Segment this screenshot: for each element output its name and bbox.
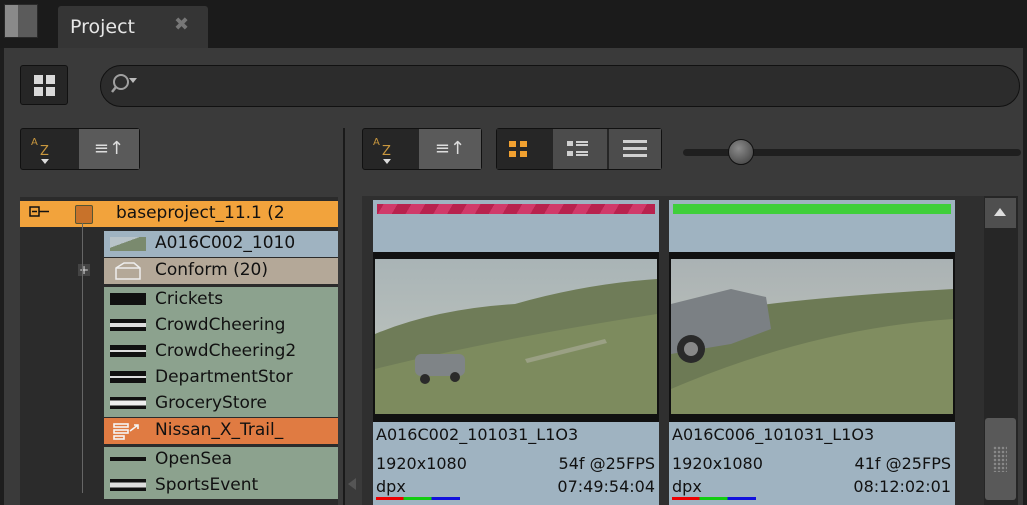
- tree-item-label: GroceryStore: [155, 393, 267, 413]
- sort-a-glyph: A: [31, 137, 38, 148]
- clip-thumbnail: [373, 252, 659, 422]
- details-view-button[interactable]: [553, 129, 607, 169]
- clip-card[interactable]: A016C006_101031_L1O3 1920x1080 41f @25FP…: [669, 200, 955, 505]
- list-view-button[interactable]: [609, 129, 661, 169]
- clip-resolution: 1920x1080: [376, 454, 467, 473]
- tree-item-label: SportsEvent: [155, 475, 259, 495]
- tree-item-label: CrowdCheering2: [155, 341, 297, 361]
- tree-connector: [82, 223, 83, 493]
- dropdown-arrow-icon: [41, 159, 49, 164]
- grip-icon: [993, 446, 1007, 472]
- thumbnail-view-button[interactable]: [497, 129, 541, 169]
- clip-name: A016C006_101031_L1O3: [672, 425, 875, 444]
- sort-a-glyph: A: [373, 137, 380, 148]
- audio-waveform-icon: [110, 293, 146, 305]
- rgb-channel-indicator: [376, 497, 460, 500]
- tree-item-label: OpenSea: [155, 449, 233, 469]
- sort-alpha-button[interactable]: AZ: [363, 129, 419, 169]
- clip-thumbnail: [669, 252, 955, 422]
- clip-duration: 54f @25FPS: [558, 454, 655, 473]
- tree-item-sequence[interactable]: Nissan_X_Trail_: [104, 418, 338, 444]
- scroll-thumb[interactable]: [985, 418, 1016, 500]
- expand-icon[interactable]: +: [78, 264, 90, 276]
- audio-waveform-icon: [110, 319, 146, 331]
- tree-item-label: Crickets: [155, 289, 224, 309]
- collapse-icon[interactable]: [28, 204, 50, 222]
- slider-handle[interactable]: [728, 139, 754, 165]
- sort-order-button[interactable]: ≡↑: [419, 129, 481, 169]
- tree-item-audio[interactable]: SportsEvent: [104, 473, 338, 499]
- chevron-up-icon: [994, 208, 1006, 216]
- sort-alpha-button[interactable]: AZ: [21, 129, 79, 169]
- clip-thumbnail-image: [375, 259, 657, 414]
- tree-item-audio[interactable]: OpenSea: [104, 447, 338, 473]
- project-tree: baseproject_11.1 (2 A016C002_1010 Confor…: [20, 197, 338, 505]
- tree-item-label: DepartmentStor: [155, 367, 293, 387]
- tab-label: Project: [70, 16, 136, 38]
- tree-sort-group: AZ ≡↑: [20, 128, 140, 170]
- tree-item-label: A016C002_1010: [155, 233, 296, 253]
- tree-item-label: CrowdCheering: [155, 315, 286, 335]
- grid-cell-icon: [46, 87, 55, 96]
- rgb-channel-indicator: [672, 497, 756, 500]
- tree-item-audio[interactable]: CrowdCheering: [104, 313, 338, 339]
- tree-item-project[interactable]: baseproject_11.1 (2: [20, 201, 338, 227]
- clip-duration: 41f @25FPS: [854, 454, 951, 473]
- grid-cell-icon: [34, 75, 43, 84]
- clip-thumbnail-image: [671, 259, 953, 414]
- audio-waveform-icon: [110, 345, 146, 357]
- project-icon: [75, 205, 93, 224]
- audio-waveform-icon: [110, 479, 146, 491]
- grid-sort-group: AZ ≡↑: [362, 128, 482, 170]
- tree-item-audio[interactable]: GroceryStore: [104, 391, 338, 417]
- clip-format: dpx: [672, 477, 702, 496]
- view-mode-group: [496, 128, 662, 170]
- grid-cell-icon: [46, 75, 55, 84]
- scroll-up-button[interactable]: [985, 198, 1016, 228]
- panel-menu-icon[interactable]: [4, 4, 38, 38]
- clip-thumb-icon: [110, 237, 146, 251]
- tree-item-bin[interactable]: Conform (20): [104, 258, 338, 284]
- tab-project[interactable]: Project ✖: [58, 6, 208, 48]
- collapse-arrow-icon[interactable]: [348, 478, 356, 490]
- audio-waveform-icon: [110, 371, 146, 383]
- tree-item-audio[interactable]: Crickets: [104, 287, 338, 313]
- sort-order-button[interactable]: ≡↑: [79, 129, 139, 169]
- tree-item-label: Nissan_X_Trail_: [155, 420, 284, 440]
- dropdown-arrow-icon: [383, 159, 391, 164]
- clip-timecode: 07:49:54:04: [557, 477, 655, 496]
- clip-timecode: 08:12:02:01: [853, 477, 951, 496]
- clip-card[interactable]: A016C002_101031_L1O3 1920x1080 54f @25FP…: [373, 200, 659, 505]
- audio-waveform-icon: [110, 397, 146, 409]
- sort-z-glyph: Z: [382, 144, 391, 159]
- online-status-bar: [673, 204, 951, 214]
- search-icon: [111, 72, 141, 100]
- splitter[interactable]: [343, 128, 345, 505]
- close-tab-icon[interactable]: ✖: [174, 14, 189, 35]
- clip-name: A016C002_101031_L1O3: [376, 425, 579, 444]
- sort-z-glyph: Z: [40, 144, 49, 159]
- layout-toggle-button[interactable]: [20, 65, 68, 105]
- clip-resolution: 1920x1080: [672, 454, 763, 473]
- sequence-icon: [112, 421, 142, 441]
- tree-item-audio[interactable]: CrowdCheering2: [104, 339, 338, 365]
- offline-status-bar: [377, 204, 655, 214]
- grid-cell-icon: [34, 87, 43, 96]
- search-input[interactable]: [100, 65, 1020, 107]
- clip-format: dpx: [376, 477, 406, 496]
- tree-item-clip[interactable]: A016C002_1010: [104, 231, 338, 257]
- bin-icon: [110, 260, 146, 282]
- audio-waveform-icon: [110, 453, 146, 465]
- tree-item-label: baseproject_11.1 (2: [116, 203, 285, 223]
- tree-item-label: Conform (20): [155, 260, 268, 280]
- tree-item-audio[interactable]: DepartmentStor: [104, 365, 338, 391]
